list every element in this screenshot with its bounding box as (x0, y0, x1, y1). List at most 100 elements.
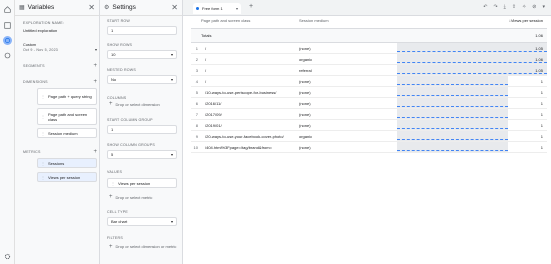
start-column-group-input[interactable]: 1 (107, 125, 177, 134)
filters-label: FILTERS (107, 236, 123, 240)
add-metric-icon[interactable]: + (93, 149, 97, 155)
views-per-session-value: 1 (540, 112, 543, 117)
exploration-name-input[interactable]: Untitled exploration (23, 28, 57, 33)
plus-icon: + (109, 194, 113, 200)
value-chip[interactable]: ⋮ Views per session (107, 178, 177, 188)
settings-icon: ⚙ (104, 5, 110, 11)
column-header-page-path[interactable]: Page path and screen class (191, 16, 295, 28)
settings-icon[interactable] (3, 252, 12, 261)
views-per-session-value: 1 (540, 145, 543, 150)
totals-value: 1.06 (535, 33, 543, 38)
metric-chip[interactable]: ⋮ Views per session (37, 172, 97, 182)
value-bar (397, 87, 508, 97)
chevron-down-icon[interactable]: ▾ (236, 6, 238, 11)
plus-icon: + (109, 101, 113, 107)
cell-type-select[interactable]: Bar chart ▾ (107, 217, 177, 226)
metric-chip[interactable]: ⋮ Sessions (37, 158, 97, 168)
page-path-cell: /2019/01/ (205, 122, 222, 128)
session-medium-cell: (none) (299, 122, 311, 128)
tab-free-form[interactable]: Free form 1 ▾ (193, 3, 241, 14)
table-row[interactable]: 7/2017/09/ (none) 1 (191, 109, 547, 120)
data-table: Page path and screen class Session mediu… (191, 16, 547, 153)
undo-icon[interactable]: ↶ (483, 4, 487, 10)
table-row[interactable]: 2 / organic 1.06 (191, 54, 547, 65)
filters-drop-target[interactable]: + Drop or select dimension or metric (109, 244, 177, 250)
plus-icon: + (109, 244, 113, 250)
nav-rail (0, 0, 15, 264)
row-number: 9 (195, 133, 198, 139)
page-path-cell: /10-ways-to-use-periscope-for-business/ (205, 89, 277, 95)
value-bar (397, 131, 508, 141)
table-row[interactable]: 1 / (none) 1.05 (191, 43, 547, 54)
drag-handle-icon: ⋮ (111, 180, 115, 186)
dimension-chip[interactable]: ⋮ Page path and screen class (37, 108, 97, 125)
check-icon[interactable]: ⊘ (532, 4, 536, 10)
value-bar (397, 109, 508, 119)
session-medium-cell: organic (299, 56, 313, 62)
show-column-groups-value: 5 (111, 152, 114, 157)
nested-rows-select[interactable]: No ▾ (107, 75, 177, 84)
start-column-group-label: START COLUMN GROUP (107, 118, 153, 122)
table-row[interactable]: 5/10-ways-to-use-periscope-for-business/… (191, 87, 547, 98)
values-drop-target[interactable]: + Drop or select metric (109, 194, 152, 200)
start-row-input[interactable]: 1 (107, 26, 177, 35)
session-medium-cell: (none) (299, 144, 311, 150)
dimension-label: Page path and screen class (48, 111, 88, 122)
insights-icon[interactable]: ✧ (522, 4, 526, 10)
drag-handle-icon: ⋮ (41, 174, 45, 180)
show-rows-select[interactable]: 10 ▾ (107, 50, 177, 59)
close-icon[interactable]: ✕ (88, 3, 95, 12)
redo-icon[interactable]: ↷ (493, 4, 497, 10)
add-tab-icon[interactable]: + (249, 3, 253, 10)
columns-label: COLUMNS (107, 96, 127, 100)
date-range-picker[interactable]: Custom Oct 9 - Nov 5, 2023 ▾ (23, 43, 97, 52)
reports-icon[interactable] (3, 21, 12, 30)
value-bar (397, 43, 547, 53)
explore-icon[interactable] (3, 36, 12, 45)
page-path-cell: / (205, 78, 207, 84)
add-dimension-icon[interactable]: + (93, 79, 97, 85)
value-bar-line (397, 84, 508, 85)
toolbar: ↶ ↷ ⤓ ⇪ ✧ ⊘ ▾ (483, 4, 545, 10)
table-row[interactable]: 8/2019/01/ (none) 1 (191, 120, 547, 131)
value-bar-line (397, 150, 508, 151)
session-medium-cell: (none) (299, 89, 311, 95)
views-per-session-cell: 1.05 (397, 65, 547, 75)
show-rows-value: 10 (111, 52, 116, 57)
home-icon[interactable] (3, 5, 12, 14)
row-number: 7 (195, 111, 198, 117)
share-icon[interactable]: ⇪ (512, 4, 516, 10)
settings-title: Settings (112, 4, 136, 11)
columns-drop-target[interactable]: + Drop or select dimension (109, 101, 160, 107)
show-column-groups-select[interactable]: 5 ▾ (107, 150, 177, 159)
advertising-icon[interactable] (3, 51, 12, 60)
chevron-down-icon[interactable]: ▾ (542, 4, 545, 10)
variables-header: ▦ Variables ✕ (15, 0, 99, 16)
dimension-chip[interactable]: ⋮ Page path + query string (37, 88, 97, 105)
drag-handle-icon: ⋮ (41, 160, 45, 166)
dimension-chip[interactable]: ⋮ Session medium (37, 128, 97, 138)
close-icon[interactable]: ✕ (171, 3, 178, 12)
table-row[interactable]: 4 / (none) 1 (191, 76, 547, 87)
views-per-session-value: 1.05 (535, 68, 543, 73)
exploration-canvas: Free form 1 ▾ + ↶ ↷ ⤓ ⇪ ✧ ⊘ ▾ Page path … (183, 0, 551, 264)
column-header-views-per-session[interactable]: ↓Views per session (397, 16, 547, 28)
table-row[interactable]: 9/20-ways-to-use-your-facebook-cover-pho… (191, 131, 547, 142)
views-per-session-cell: 1 (397, 76, 547, 86)
download-icon[interactable]: ⤓ (504, 4, 506, 10)
table-row[interactable]: 10/404.html%3Fpage=/tag/brand&from= (none… (191, 142, 547, 153)
page-path-cell: / (205, 45, 207, 51)
table-body: 1 / (none) 1.05 2 / organic 1.06 3 / referral 1.05 4… (191, 43, 547, 153)
session-medium-cell: (none) (299, 100, 311, 106)
column-header-session-medium[interactable]: Session medium (295, 16, 397, 28)
table-row[interactable]: 6/2016/11/ (none) 1 (191, 98, 547, 109)
views-per-session-cell: 1 (397, 131, 547, 141)
add-segment-icon[interactable]: + (93, 63, 97, 69)
views-per-session-cell: 1.05 (397, 43, 547, 53)
table-row[interactable]: 3 / referral 1.05 (191, 65, 547, 76)
metric-label: Sessions (48, 160, 65, 166)
value-bar (397, 142, 508, 152)
dimension-label: Page path + query string (48, 94, 92, 99)
tab-dot-icon (196, 7, 199, 10)
row-number: 2 (195, 56, 198, 62)
